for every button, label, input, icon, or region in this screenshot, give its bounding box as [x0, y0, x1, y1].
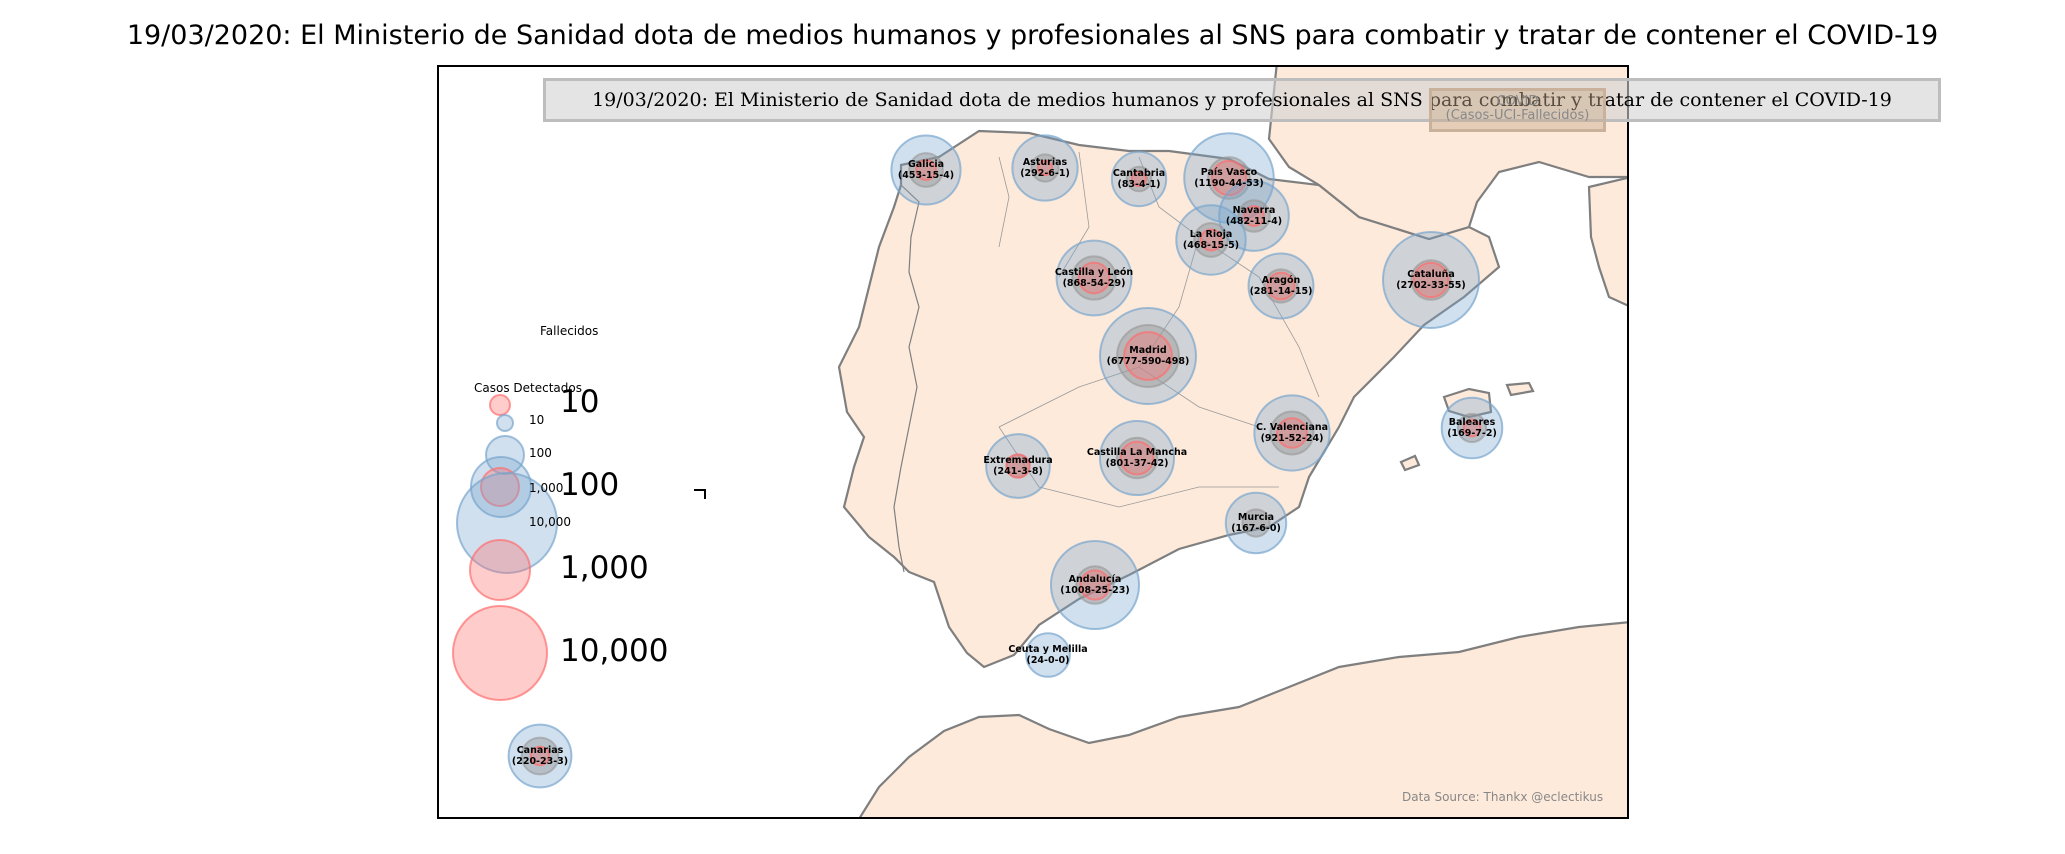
region-name: C. Valenciana	[1255, 422, 1329, 433]
region-label-aragon: Aragón (281-14-15)	[1250, 275, 1313, 297]
region-stats: (921-52-24)	[1260, 433, 1324, 444]
region-name: Extremadura	[983, 455, 1053, 466]
region-stats: (801-37-42)	[1105, 458, 1169, 469]
region-name: Baleares	[1448, 417, 1496, 428]
region-stats: (1008-25-23)	[1060, 585, 1130, 596]
region-label-navarra: Navarra (482-11-4)	[1226, 205, 1282, 227]
region-stats: (6777-590-498)	[1106, 356, 1190, 367]
region-name: Castilla La Mancha	[1086, 447, 1188, 458]
region-label-cataluna: Cataluña (2702-33-55)	[1396, 269, 1465, 291]
region-stats: (453-15-4)	[897, 170, 955, 181]
region-name: La Rioja	[1189, 229, 1233, 240]
region-label-ceuta-y-melilla: Ceuta y Melilla (24-0-0)	[1008, 644, 1087, 666]
region-stats: (167-6-0)	[1231, 523, 1281, 534]
region-stats: (292-6-1)	[1020, 168, 1070, 179]
region-stats: (24-0-0)	[1026, 655, 1070, 666]
region-label-c-valenciana: C. Valenciana (921-52-24)	[1256, 422, 1328, 444]
region-name: Ceuta y Melilla	[1008, 644, 1088, 655]
region-name: Murcia	[1237, 512, 1275, 523]
region-label-galicia: Galicia (453-15-4)	[898, 159, 954, 181]
region-stats: (482-11-4)	[1225, 216, 1283, 227]
region-label-murcia: Murcia (167-6-0)	[1231, 512, 1281, 534]
region-stats: (241-3-8)	[993, 466, 1043, 477]
data-source-note: Data Source: Thankx @eclectikus	[1402, 790, 1604, 804]
region-stats: (169-7-2)	[1447, 428, 1497, 439]
region-stats: (468-15-5)	[1182, 240, 1240, 251]
region-label-madrid: Madrid (6777-590-498)	[1107, 345, 1190, 367]
region-name: Castilla y León	[1054, 267, 1134, 278]
region-name: Andalucía	[1068, 574, 1122, 585]
region-name: Canarias	[516, 745, 564, 756]
region-name: Navarra	[1232, 205, 1276, 216]
region-label-la-rioja: La Rioja (468-15-5)	[1183, 229, 1239, 251]
region-stats: (2702-33-55)	[1396, 280, 1466, 291]
region-name: Cataluña	[1407, 269, 1455, 280]
region-label-andalucia: Andalucía (1008-25-23)	[1060, 574, 1129, 596]
region-label-castilla-la-mancha: Castilla La Mancha (801-37-42)	[1087, 447, 1187, 469]
region-label-asturias: Asturias (292-6-1)	[1020, 157, 1070, 179]
region-stats: (83-4-1)	[1117, 179, 1161, 190]
region-label-canarias: Canarias (220-23-3)	[512, 745, 568, 767]
bubble-layer	[507, 132, 1504, 789]
region-name: Asturias	[1022, 157, 1068, 168]
region-stats: (1190-44-53)	[1194, 178, 1264, 189]
region-name: Cantabria	[1112, 168, 1166, 179]
region-stats: (220-23-3)	[511, 756, 569, 767]
region-label-baleares: Baleares (169-7-2)	[1447, 417, 1497, 439]
region-label-castilla-y-leon: Castilla y León (868-54-29)	[1055, 267, 1133, 289]
region-name: País Vasco	[1200, 167, 1258, 178]
region-name: Madrid	[1129, 345, 1167, 356]
region-label-pais-vasco: País Vasco (1190-44-53)	[1194, 167, 1263, 189]
region-name: Aragón	[1261, 275, 1301, 286]
region-label-extremadura: Extremadura (241-3-8)	[983, 455, 1052, 477]
region-label-cantabria: Cantabria (83-4-1)	[1113, 168, 1165, 190]
region-name: Galicia	[907, 159, 945, 170]
region-stats: (281-14-15)	[1249, 286, 1313, 297]
region-stats: (868-54-29)	[1062, 278, 1126, 289]
